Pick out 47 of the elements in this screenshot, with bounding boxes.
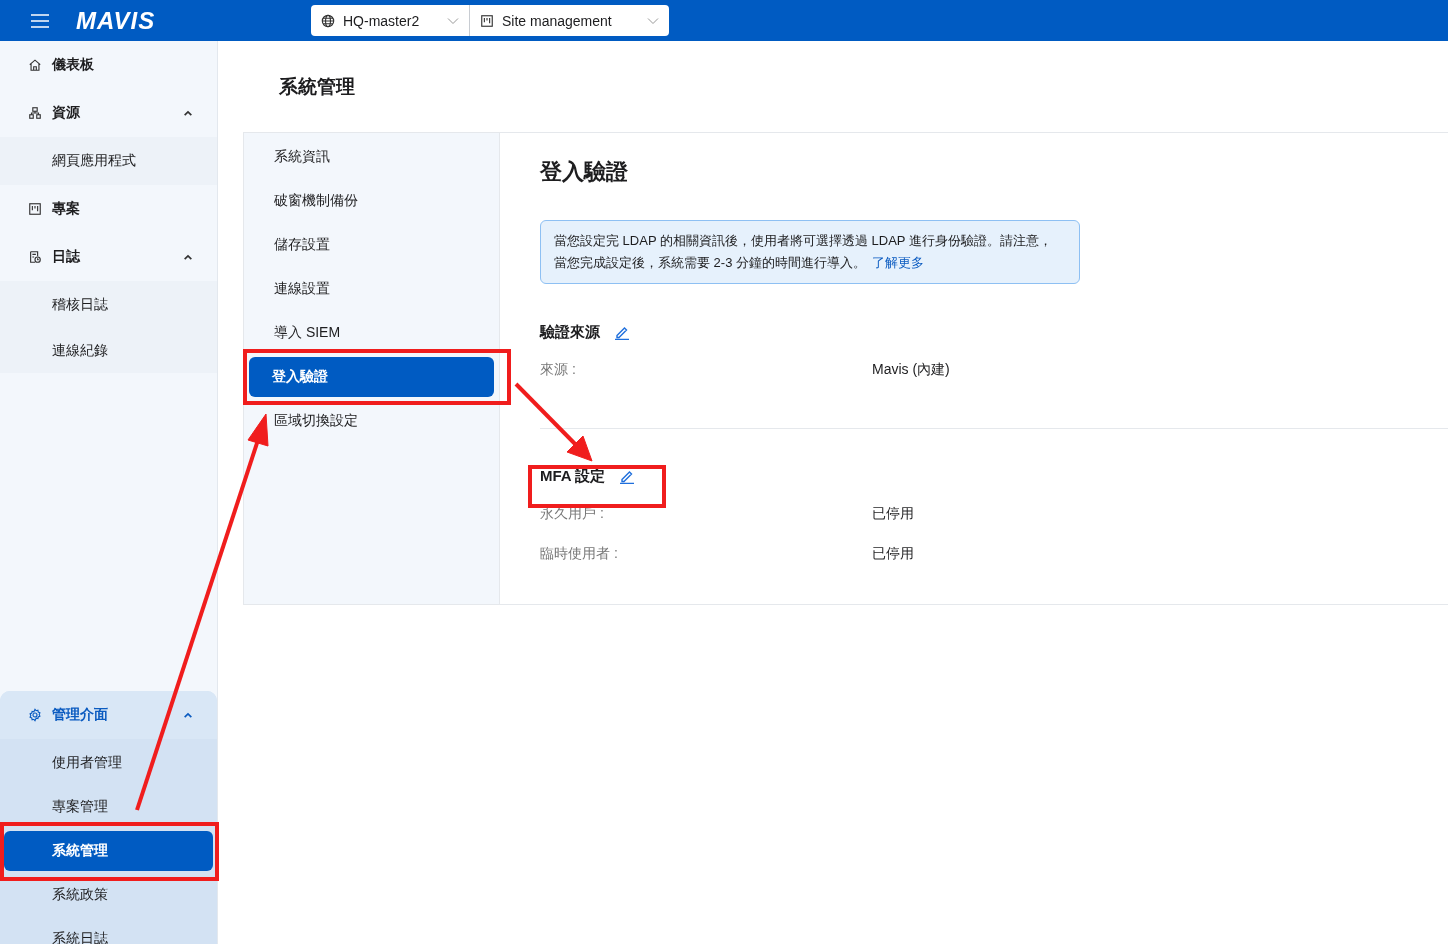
nav-item[interactable]: 儀表板 xyxy=(0,41,217,89)
nav-item[interactable]: 管理介面 xyxy=(0,691,217,739)
field-label: 來源 : xyxy=(540,361,577,379)
section-heading: MFA 設定 xyxy=(540,466,606,486)
nav-item[interactable]: 日誌 xyxy=(0,233,217,281)
gear-icon xyxy=(28,708,42,722)
nav-item[interactable]: 系統日誌 xyxy=(0,917,217,944)
nav-item[interactable]: 系統管理 xyxy=(4,831,213,871)
settings-tab[interactable]: 導入 SIEM xyxy=(274,311,341,355)
settings-tab[interactable]: 連線設置 xyxy=(274,267,330,311)
field-label: 臨時使用者 : xyxy=(540,545,619,563)
board-icon xyxy=(480,13,494,28)
nav-item[interactable]: 連線紀錄 xyxy=(0,329,217,373)
chevron-up-icon[interactable] xyxy=(183,109,193,117)
nav-item[interactable]: 專案 xyxy=(0,185,217,233)
info-text: 當您設定完 LDAP 的相關資訊後，使用者將可選擇透過 LDAP 進行身份驗證。請注意，當您完成設定後，系統需要 2-3 分鐘的時間進行導入。 了解更多 xyxy=(554,232,1053,272)
learn-more-link[interactable]: 了解更多 xyxy=(872,255,924,270)
nav-item[interactable]: 稽核日誌 xyxy=(0,281,217,329)
section-heading: 驗證來源 xyxy=(540,322,600,342)
nav-item[interactable]: 網頁應用程式 xyxy=(0,137,217,185)
nav-item[interactable]: 系統政策 xyxy=(0,873,217,917)
log-icon xyxy=(28,250,42,264)
menu-icon[interactable] xyxy=(31,13,49,28)
nav-item[interactable]: 專案管理 xyxy=(0,785,217,829)
section-title: 登入驗證 xyxy=(540,158,629,186)
edit-icon[interactable] xyxy=(619,468,636,484)
logo[interactable]: MAVIS xyxy=(76,6,156,35)
settings-tab[interactable]: 系統資訊 xyxy=(274,135,330,179)
site-dropdown[interactable]: Site management xyxy=(470,5,669,36)
board-icon xyxy=(28,202,42,216)
home-icon xyxy=(28,58,42,72)
site-dropdown[interactable]: HQ-master2 xyxy=(311,5,470,36)
edit-icon[interactable] xyxy=(614,324,630,340)
nav-item[interactable]: 使用者管理 xyxy=(0,741,217,785)
page-title: 系統管理 xyxy=(279,75,356,99)
globe-icon xyxy=(321,13,335,28)
settings-tab[interactable]: 儲存設置 xyxy=(274,223,330,267)
nav-item[interactable]: 資源 xyxy=(0,89,217,137)
chevron-up-icon[interactable] xyxy=(183,253,193,261)
hierarchy-icon xyxy=(28,106,42,120)
settings-tab[interactable]: 破窗機制備份 xyxy=(274,179,358,223)
settings-tab[interactable]: 區域切換設定 xyxy=(274,399,358,443)
field-value: 已停用 xyxy=(872,545,914,563)
chevron-up-icon[interactable] xyxy=(183,711,193,719)
field-value: Mavis (內建) xyxy=(872,361,950,379)
settings-tab[interactable]: 登入驗證 xyxy=(249,357,494,397)
field-value: 已停用 xyxy=(872,505,914,523)
